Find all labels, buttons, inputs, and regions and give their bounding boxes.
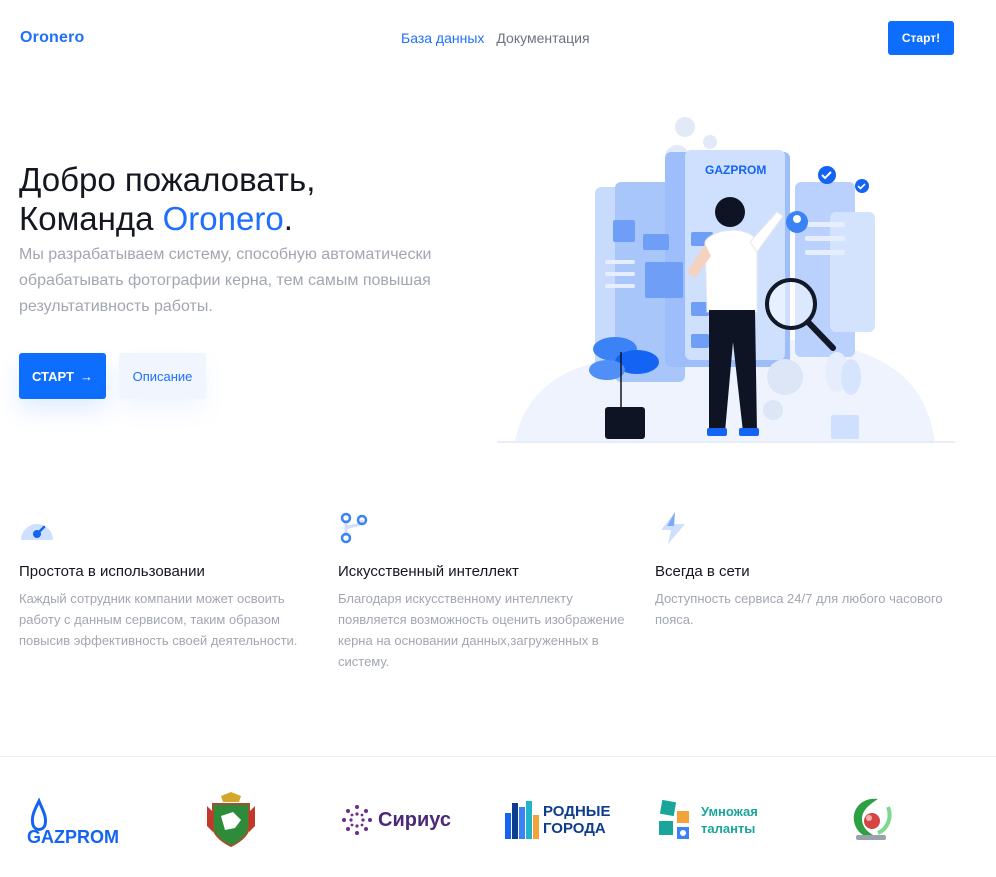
lightning-icon xyxy=(661,512,685,544)
feature-title: Простота в использовании xyxy=(19,563,205,580)
feature-text: Каждый сотрудник компании может освоить … xyxy=(19,591,298,648)
umnozhaya-wordmark: Умножая таланты xyxy=(701,803,758,837)
partner-gazprom[interactable]: GAZPROM xyxy=(25,790,121,850)
logo[interactable]: Oronero xyxy=(20,29,85,47)
partners-divider xyxy=(0,756,996,757)
hero-title-accent: Oronero xyxy=(162,200,284,237)
hero-title-line1: Добро пожаловать, xyxy=(19,161,316,198)
rodnye-line2: ГОРОДА xyxy=(543,820,606,837)
gazprom-wordmark: GAZPROM xyxy=(27,827,119,845)
gazprom-mini-logo: GAZPROM xyxy=(705,163,766,177)
partner-rodnye-goroda[interactable]: РОДНЫЕ ГОРОДА xyxy=(505,790,611,850)
feature-online: Всегда в сети Доступность сервиса 24/7 д… xyxy=(655,510,955,630)
green-swirl-emblem-icon xyxy=(853,798,892,840)
partner-sirius[interactable]: Сириус xyxy=(340,790,451,850)
umnozhaya-talanty-icon xyxy=(659,799,689,839)
partner-green-emblem[interactable] xyxy=(848,790,894,850)
top-nav: База данных Документация xyxy=(401,30,590,46)
hero-description: Мы разрабатываем систему, способную авто… xyxy=(19,246,432,315)
rodnye-goroda-wordmark: РОДНЫЕ ГОРОДА xyxy=(543,803,611,837)
umnozhaya-line1: Умножая xyxy=(701,804,758,819)
feature-title: Всегда в сети xyxy=(655,563,750,580)
hero-illustration: GAZPROM xyxy=(497,117,955,443)
feature-ai: Искусственный интеллект Благодаря искусс… xyxy=(338,510,638,672)
illustration-brand: GAZPROM xyxy=(705,163,766,177)
nav-database[interactable]: База данных xyxy=(401,30,484,46)
hero-title-suffix: . xyxy=(283,200,293,237)
arrow-right-icon: → xyxy=(80,368,93,384)
gazprom-logo: GAZPROM xyxy=(27,797,119,845)
partner-umnozhaya-talanty[interactable]: Умножая таланты xyxy=(657,790,758,850)
feature-text: Благодаря искусственному интеллекту появ… xyxy=(338,591,625,669)
feature-title: Искусственный интеллект xyxy=(338,563,519,580)
hero-title-prefix: Команда xyxy=(19,200,163,237)
hero-start-label: СТАРТ xyxy=(31,368,74,384)
feature-simplicity: Простота в использовании Каждый сотрудни… xyxy=(19,510,319,651)
hero-start-button[interactable]: СТАРТ → xyxy=(19,353,106,399)
rodnye-line1: РОДНЫЕ xyxy=(543,803,611,820)
gauge-icon xyxy=(21,524,53,540)
nav-documentation[interactable]: Документация xyxy=(496,30,589,46)
feature-text: Доступность сервиса 24/7 для любого часо… xyxy=(655,591,943,627)
header-start-button[interactable]: Старт! xyxy=(888,21,954,55)
sirius-wordmark: Сириус xyxy=(378,808,451,831)
rodnye-goroda-bars-icon xyxy=(505,801,539,839)
partner-tomsk-region[interactable] xyxy=(205,790,257,850)
hero-description-button[interactable]: Описание xyxy=(119,353,206,399)
git-branch-icon xyxy=(340,512,368,544)
umnozhaya-line2: таланты xyxy=(701,821,756,836)
tomsk-coat-of-arms-icon xyxy=(207,792,255,848)
sirius-dots-icon xyxy=(342,805,372,835)
hero-title: Добро пожаловать, Команда Oronero. xyxy=(19,160,315,238)
